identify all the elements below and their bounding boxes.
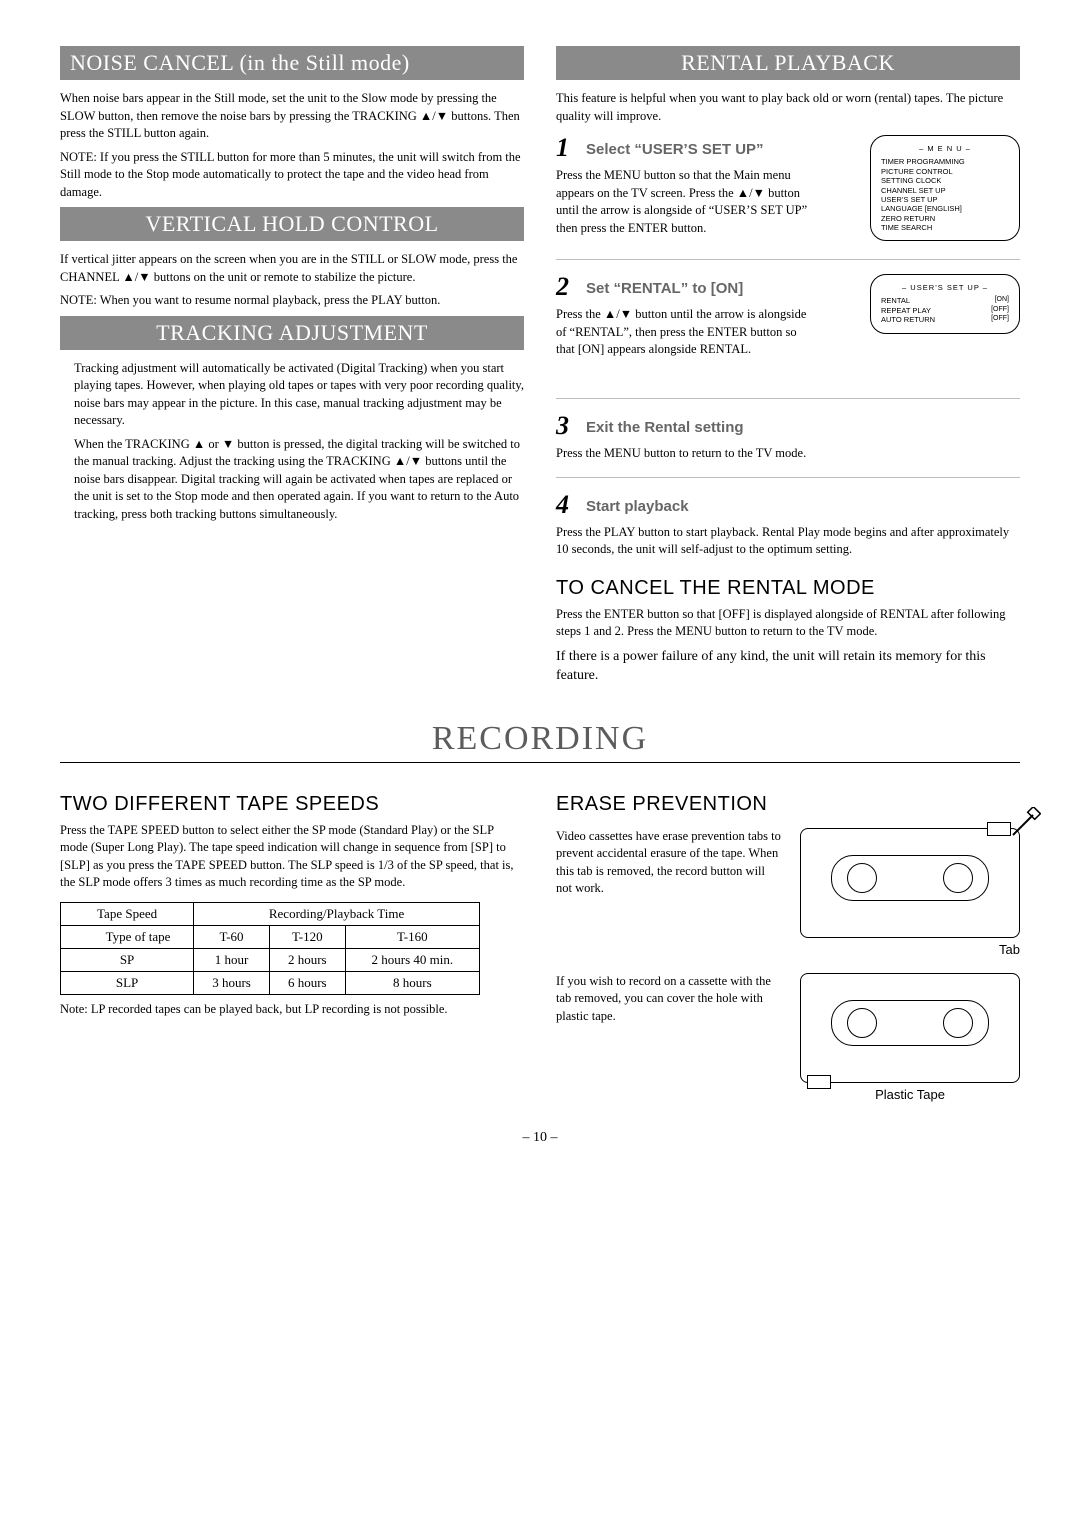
table-row: SLP 3 hours 6 hours 8 hours <box>61 971 480 994</box>
osd-val: [ON] <box>995 296 1009 305</box>
col-head-speed: Tape Speed <box>61 902 194 925</box>
tape-speed-table: Tape Speed Recording/Playback Time Type … <box>60 902 480 995</box>
table-row: Tape Speed Recording/Playback Time <box>61 902 480 925</box>
heading-vertical-hold: VERTICAL HOLD CONTROL <box>60 207 524 241</box>
osd-row: AUTO RETURN [OFF] <box>881 315 1009 324</box>
step-2-block: 2 Set “RENTAL” to [ON] Press the ▲/▼ but… <box>556 274 1020 384</box>
right-column: RENTAL PLAYBACK This feature is helpful … <box>556 40 1020 692</box>
speeds-title: TWO DIFFERENT TAPE SPEEDS <box>60 793 524 816</box>
step-2-number: 2 <box>556 274 578 300</box>
recording-rule <box>60 762 1020 763</box>
recording-columns: TWO DIFFERENT TAPE SPEEDS Press the TAPE… <box>60 775 1020 1102</box>
step-3-number: 3 <box>556 413 578 439</box>
type-col: T-160 <box>345 925 479 948</box>
tracking-body-2: When the TRACKING ▲ or ▼ button is press… <box>74 436 524 524</box>
erase-column: ERASE PREVENTION Video cassettes have er… <box>556 775 1020 1102</box>
type-col: T-120 <box>269 925 345 948</box>
rental-footer: If there is a power failure of any kind,… <box>556 647 1020 686</box>
page-number: – 10 – <box>60 1130 1020 1146</box>
speeds-body: Press the TAPE SPEED button to select ei… <box>60 822 524 892</box>
tracking-body-1: Tracking adjustment will automatically b… <box>74 360 524 430</box>
osd-key: AUTO RETURN <box>881 315 935 324</box>
osd-row: RENTAL [ON] <box>881 296 1009 305</box>
step-1-block: 1 Select “USER’S SET UP” Press the MENU … <box>556 135 1020 245</box>
row-speed: SLP <box>61 971 194 994</box>
osd-val: [OFF] <box>991 315 1009 324</box>
heading-tracking: TRACKING ADJUSTMENT <box>60 316 524 350</box>
type-head: Type of tape <box>83 925 194 948</box>
recording-title: RECORDING <box>60 720 1020 758</box>
cell: 8 hours <box>345 971 479 994</box>
cassette-illustration-top <box>800 828 1020 938</box>
step-1-number: 1 <box>556 135 578 161</box>
noise-cancel-body: When noise bars appear in the Still mode… <box>60 90 524 143</box>
osd-item: TIME SEARCH <box>881 223 1009 232</box>
heading-rental: RENTAL PLAYBACK <box>556 46 1020 80</box>
row-speed: SP <box>61 948 194 971</box>
upper-columns: NOISE CANCEL (in the Still mode) When no… <box>60 40 1020 692</box>
type-col: T-60 <box>194 925 270 948</box>
heading-noise-cancel: NOISE CANCEL (in the Still mode) <box>60 46 524 80</box>
cancel-rental-body: Press the ENTER button so that [OFF] is … <box>556 606 1020 641</box>
osd-item: CHANNEL SET UP <box>881 186 1009 195</box>
noise-cancel-note: NOTE: If you press the STILL button for … <box>60 149 524 202</box>
step-4-body: Press the PLAY button to start playback.… <box>556 524 1020 559</box>
step-4-number: 4 <box>556 492 578 518</box>
speeds-column: TWO DIFFERENT TAPE SPEEDS Press the TAPE… <box>60 775 524 1102</box>
cell: 2 hours 40 min. <box>345 948 479 971</box>
osd-item: ZERO RETURN <box>881 214 1009 223</box>
step-1-label: Select “USER’S SET UP” <box>586 141 764 158</box>
left-column: NOISE CANCEL (in the Still mode) When no… <box>60 40 524 692</box>
step-2-body: Press the ▲/▼ button until the arrow is … <box>556 306 811 359</box>
cell: 1 hour <box>194 948 270 971</box>
step-3-label: Exit the Rental setting <box>586 419 744 436</box>
step-3-header: 3 Exit the Rental setting <box>556 413 1020 439</box>
step-3-body: Press the MENU button to return to the T… <box>556 445 1020 463</box>
step-1-body: Press the MENU button so that the Main m… <box>556 167 811 237</box>
step-2-label: Set “RENTAL” to [ON] <box>586 280 743 297</box>
osd-item: USER’S SET UP <box>881 195 1009 204</box>
osd-main-menu-title: – M E N U – <box>881 144 1009 153</box>
osd-main-menu: – M E N U – TIMER PROGRAMMING PICTURE CO… <box>870 135 1020 241</box>
cassette-illustration-bottom <box>800 973 1020 1083</box>
step-4-header: 4 Start playback <box>556 492 1020 518</box>
osd-key: REPEAT PLAY <box>881 306 931 315</box>
osd-user-setup: – USER’S SET UP – RENTAL [ON] REPEAT PLA… <box>870 274 1020 334</box>
osd-item: SETTING CLOCK <box>881 176 1009 185</box>
screwdriver-icon <box>1011 807 1041 837</box>
erase-body-2: If you wish to record on a cassette with… <box>556 973 784 1096</box>
vertical-hold-note: NOTE: When you want to resume normal pla… <box>60 292 524 310</box>
speeds-note: Note: LP recorded tapes can be played ba… <box>60 1001 524 1019</box>
col-head-time: Recording/Playback Time <box>194 902 480 925</box>
osd-item: TIMER PROGRAMMING <box>881 157 1009 166</box>
plastic-tape-label: Plastic Tape <box>800 1087 1020 1102</box>
tab-label: Tab <box>800 942 1020 957</box>
erase-body-1: Video cassettes have erase prevention ta… <box>556 828 784 951</box>
cell: 6 hours <box>269 971 345 994</box>
osd-key: RENTAL <box>881 296 910 305</box>
vertical-hold-body: If vertical jitter appears on the screen… <box>60 251 524 286</box>
separator <box>556 398 1020 399</box>
cancel-rental-title: TO CANCEL THE RENTAL MODE <box>556 577 1020 600</box>
osd-item: LANGUAGE [ENGLISH] <box>881 204 1009 213</box>
separator <box>556 477 1020 478</box>
cell: 2 hours <box>269 948 345 971</box>
osd-item: PICTURE CONTROL <box>881 167 1009 176</box>
table-row: Type of tape T-60 T-120 T-160 <box>61 925 480 948</box>
cell: 3 hours <box>194 971 270 994</box>
table-row: SP 1 hour 2 hours 2 hours 40 min. <box>61 948 480 971</box>
osd-user-setup-title: – USER’S SET UP – <box>881 283 1009 292</box>
osd-val: [OFF] <box>991 306 1009 315</box>
separator <box>556 259 1020 260</box>
osd-row: REPEAT PLAY [OFF] <box>881 306 1009 315</box>
erase-title: ERASE PREVENTION <box>556 793 1020 816</box>
rental-intro: This feature is helpful when you want to… <box>556 90 1020 125</box>
step-4-label: Start playback <box>586 498 689 515</box>
